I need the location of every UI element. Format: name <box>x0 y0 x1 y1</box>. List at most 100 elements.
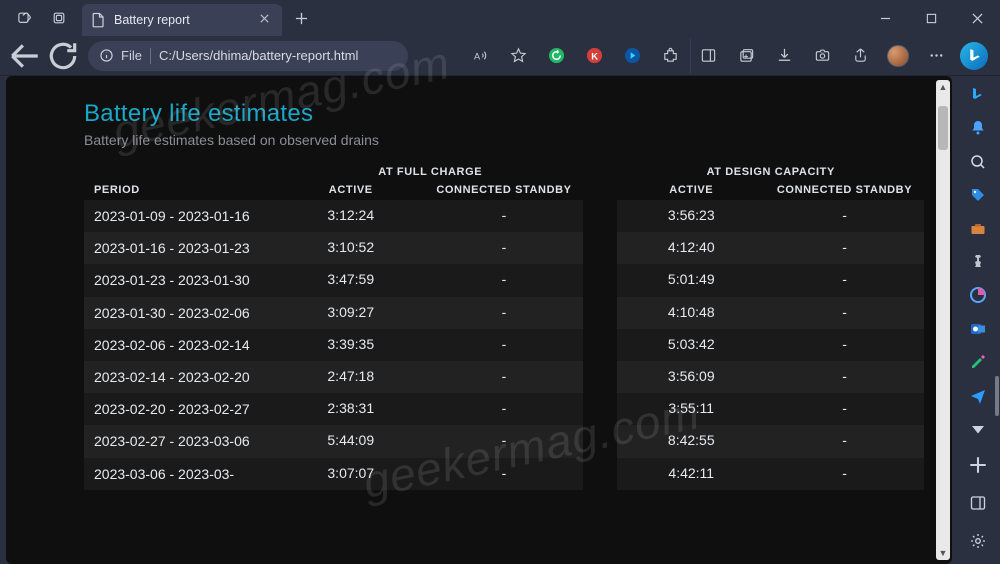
table-row: 2023-01-23 - 2023-01-303:47:59-5:01:49- <box>84 264 924 296</box>
tab-title: Battery report <box>114 13 246 27</box>
cell-design-standby: - <box>765 329 924 361</box>
cell-design-standby: - <box>765 425 924 457</box>
sidebar-panel-icon[interactable] <box>963 488 993 518</box>
table-row: 2023-02-20 - 2023-02-272:38:31-3:55:11- <box>84 393 924 425</box>
cell-design-active: 8:42:55 <box>617 425 765 457</box>
cell-full-active: 5:44:09 <box>277 425 425 457</box>
cell-design-active: 4:12:40 <box>617 232 765 264</box>
file-icon <box>90 12 106 28</box>
sidebar-chess-icon[interactable] <box>963 249 993 274</box>
cell-period: 2023-01-23 - 2023-01-30 <box>84 264 277 296</box>
col-full-standby: CONNECTED STANDBY <box>425 180 584 200</box>
sidebar-edit-icon[interactable] <box>963 350 993 375</box>
cell-design-active: 4:42:11 <box>617 458 765 490</box>
col-full-active: ACTIVE <box>277 180 425 200</box>
info-icon <box>100 49 113 62</box>
table-row: 2023-02-06 - 2023-02-143:39:35-5:03:42- <box>84 329 924 361</box>
cell-period: 2023-02-20 - 2023-02-27 <box>84 393 277 425</box>
profile-avatar[interactable] <box>880 39 916 73</box>
url-scheme: File <box>121 48 142 63</box>
cell-full-active: 3:10:52 <box>277 232 425 264</box>
minimize-button[interactable] <box>862 0 908 36</box>
sidebar-tag-icon[interactable] <box>963 182 993 207</box>
sidebar-briefcase-icon[interactable] <box>963 216 993 241</box>
sidebar-magnify-icon[interactable] <box>963 149 993 174</box>
page-viewport: Battery life estimates Battery life esti… <box>6 76 952 564</box>
sidebar-office-icon[interactable] <box>963 283 993 308</box>
battery-estimates-table: AT FULL CHARGE AT DESIGN CAPACITY PERIOD… <box>84 162 924 490</box>
sidebar-send-icon[interactable] <box>963 383 993 408</box>
workspaces-icon[interactable] <box>8 0 42 36</box>
table-row: 2023-01-09 - 2023-01-163:12:24-3:56:23- <box>84 200 924 232</box>
cell-design-standby: - <box>765 264 924 296</box>
tab-close-button[interactable] <box>254 13 274 27</box>
cell-period: 2023-02-14 - 2023-02-20 <box>84 361 277 393</box>
sidebar-outlook-icon[interactable] <box>963 316 993 341</box>
table-row: 2023-03-06 - 2023-03-3:07:07-4:42:11- <box>84 458 924 490</box>
grammarly-icon[interactable] <box>538 39 574 73</box>
cell-design-active: 3:56:23 <box>617 200 765 232</box>
col-design-standby: CONNECTED STANDBY <box>765 180 924 200</box>
bing-chat-button[interactable] <box>956 39 992 73</box>
cell-full-standby: - <box>425 361 584 393</box>
sidebar-bell-icon[interactable] <box>963 115 993 140</box>
cell-design-standby: - <box>765 393 924 425</box>
refresh-button[interactable] <box>46 39 80 73</box>
cell-period: 2023-02-06 - 2023-02-14 <box>84 329 277 361</box>
table-row: 2023-02-27 - 2023-03-065:44:09-8:42:55- <box>84 425 924 457</box>
cell-design-standby: - <box>765 232 924 264</box>
sidebar-scroll-thumb[interactable] <box>995 376 999 416</box>
sidebar-search-icon[interactable] <box>963 82 993 107</box>
new-tab-button[interactable] <box>286 3 316 33</box>
cell-full-standby: - <box>425 329 584 361</box>
cell-full-active: 3:39:35 <box>277 329 425 361</box>
url-path: C:/Users/dhima/battery-report.html <box>159 48 358 63</box>
screenshot-icon[interactable] <box>804 39 840 73</box>
section-subtitle: Battery life estimates based on observed… <box>84 132 924 148</box>
col-period: PERIOD <box>84 180 277 200</box>
sidebar-collapse-icon[interactable] <box>963 417 993 442</box>
sidebar-add-button[interactable] <box>963 450 993 480</box>
page-scrollbar[interactable]: ▲ ▼ <box>936 80 950 560</box>
cell-design-standby: - <box>765 297 924 329</box>
cell-full-standby: - <box>425 297 584 329</box>
cell-full-standby: - <box>425 200 584 232</box>
cell-period: 2023-01-30 - 2023-02-06 <box>84 297 277 329</box>
extensions-icon[interactable] <box>652 39 688 73</box>
cell-design-active: 3:56:09 <box>617 361 765 393</box>
browser-tab[interactable]: Battery report <box>82 4 282 36</box>
cell-design-standby: - <box>765 361 924 393</box>
col-group-full: AT FULL CHARGE <box>277 162 583 180</box>
svg-text:K: K <box>591 51 598 62</box>
collections-icon[interactable] <box>728 39 764 73</box>
svg-text:A: A <box>473 51 480 62</box>
cell-period: 2023-01-16 - 2023-01-23 <box>84 232 277 264</box>
scrollbar-thumb[interactable] <box>938 106 948 150</box>
back-button[interactable] <box>8 39 42 73</box>
cell-full-standby: - <box>425 425 584 457</box>
cell-full-active: 2:47:18 <box>277 361 425 393</box>
downloads-icon[interactable] <box>766 39 802 73</box>
section-heading: Battery life estimates <box>84 100 924 128</box>
share-icon[interactable] <box>842 39 878 73</box>
table-row: 2023-02-14 - 2023-02-202:47:18-3:56:09- <box>84 361 924 393</box>
url-input[interactable]: File C:/Users/dhima/battery-report.html <box>88 41 408 71</box>
col-group-design: AT DESIGN CAPACITY <box>617 162 924 180</box>
extension-k-icon[interactable]: K <box>576 39 612 73</box>
cell-full-standby: - <box>425 264 584 296</box>
table-row: 2023-01-16 - 2023-01-233:10:52-4:12:40- <box>84 232 924 264</box>
media-play-icon[interactable] <box>614 39 650 73</box>
sidebar-settings-icon[interactable] <box>963 526 993 556</box>
col-design-active: ACTIVE <box>617 180 765 200</box>
tab-actions-icon[interactable] <box>42 0 76 36</box>
read-aloud-icon[interactable]: A <box>462 39 498 73</box>
cell-full-standby: - <box>425 458 584 490</box>
more-menu-button[interactable] <box>918 39 954 73</box>
maximize-button[interactable] <box>908 0 954 36</box>
close-window-button[interactable] <box>954 0 1000 36</box>
cell-period: 2023-01-09 - 2023-01-16 <box>84 200 277 232</box>
window-titlebar: Battery report <box>0 0 1000 36</box>
favorite-icon[interactable] <box>500 39 536 73</box>
sidebar-toggle-icon[interactable] <box>690 39 726 73</box>
cell-design-active: 5:03:42 <box>617 329 765 361</box>
